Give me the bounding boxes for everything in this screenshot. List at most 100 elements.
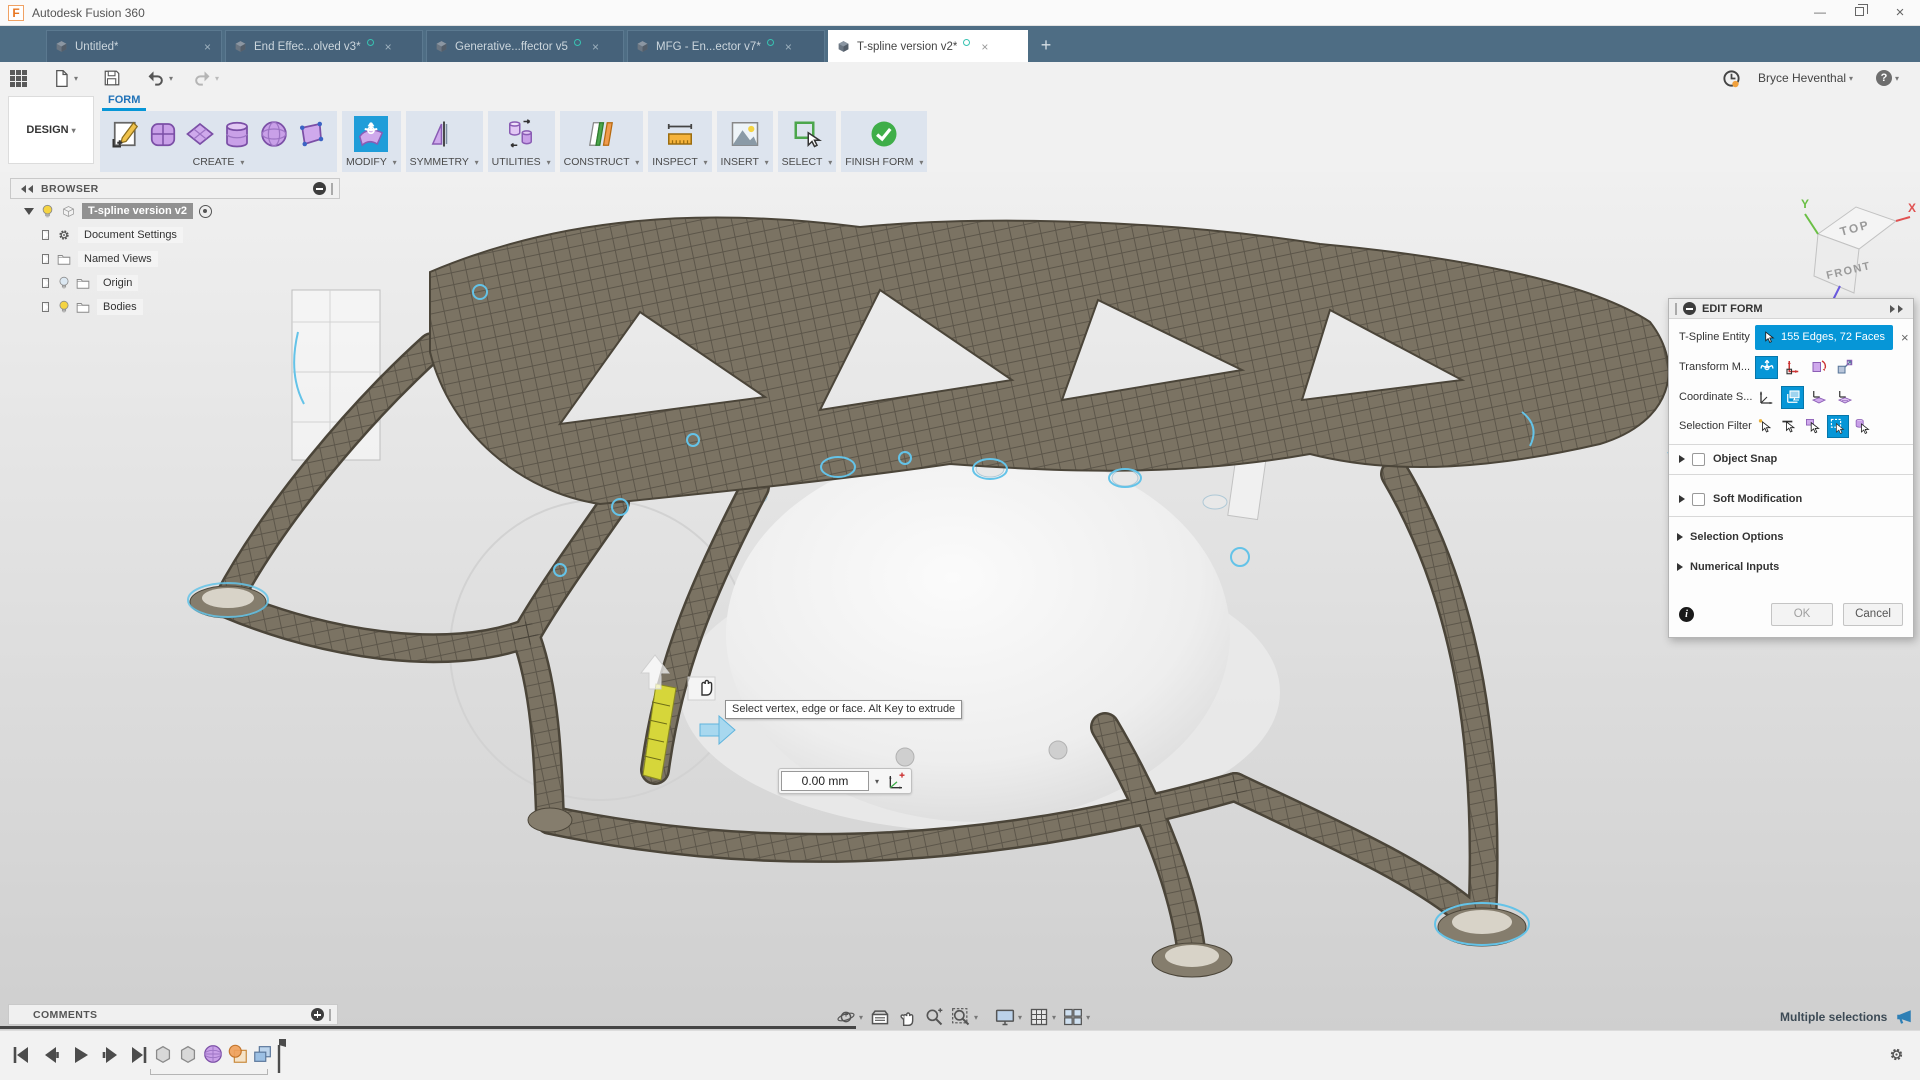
box-primitive-button[interactable] bbox=[146, 116, 180, 152]
new-tab-button[interactable]: + bbox=[1034, 34, 1058, 58]
save-button[interactable] bbox=[103, 66, 121, 90]
select-tool-button[interactable] bbox=[790, 116, 824, 152]
filter-box-select-button[interactable] bbox=[1827, 415, 1849, 438]
transform-scale-button[interactable] bbox=[1833, 356, 1856, 379]
expand-arrow-icon[interactable] bbox=[42, 302, 49, 312]
utilities-menu[interactable]: UTILITIES ▾ bbox=[488, 154, 555, 172]
filter-body-button[interactable] bbox=[1852, 415, 1873, 438]
timeline-position-marker[interactable] bbox=[272, 1039, 286, 1073]
face-primitive-button[interactable] bbox=[294, 116, 328, 152]
add-comment-icon[interactable] bbox=[311, 1008, 324, 1021]
transform-rotate-button[interactable] bbox=[1807, 356, 1830, 379]
pan-button[interactable] bbox=[897, 1007, 917, 1027]
panel-grip[interactable] bbox=[331, 183, 333, 195]
expand-arrow-icon[interactable] bbox=[24, 208, 34, 220]
mirror-symmetry-button[interactable] bbox=[427, 116, 461, 152]
minimize-button[interactable]: — bbox=[1800, 0, 1840, 25]
activate-component-icon[interactable] bbox=[199, 205, 212, 218]
construct-menu[interactable]: CONSTRUCT ▾ bbox=[560, 154, 644, 172]
object-snap-checkbox[interactable] bbox=[1692, 453, 1705, 466]
comments-header[interactable]: COMMENTS bbox=[8, 1004, 338, 1025]
close-button[interactable]: × bbox=[1880, 0, 1920, 25]
timeline-step-back-button[interactable] bbox=[42, 1045, 60, 1065]
numerical-inputs-row[interactable]: Numerical Inputs bbox=[1669, 555, 1913, 579]
entity-selection-chip[interactable]: 155 Edges, 72 Faces bbox=[1755, 325, 1893, 350]
user-account-button[interactable]: Bryce Heventhal▾ bbox=[1758, 66, 1853, 90]
extrude-distance-input[interactable]: 0.00 mm bbox=[781, 771, 869, 791]
expand-arrow-icon[interactable] bbox=[42, 278, 49, 288]
info-icon[interactable]: i bbox=[1679, 607, 1694, 622]
doc-tab-end-effector[interactable]: End Effec...olved v3* × bbox=[225, 30, 423, 62]
finish-form-button[interactable] bbox=[867, 116, 901, 152]
select-menu[interactable]: SELECT ▾ bbox=[778, 154, 837, 172]
soft-modification-checkbox[interactable] bbox=[1692, 493, 1705, 506]
timeline-feature-body1[interactable] bbox=[152, 1043, 174, 1065]
create-form-button[interactable] bbox=[109, 116, 143, 152]
doc-tab-mfg[interactable]: MFG - En...ector v7* × bbox=[627, 30, 825, 62]
browser-row-named-views[interactable]: Named Views bbox=[10, 247, 340, 271]
edit-form-button[interactable] bbox=[354, 116, 388, 152]
inspect-menu[interactable]: INSPECT ▾ bbox=[648, 154, 711, 172]
app-grid-button[interactable] bbox=[10, 66, 27, 90]
timeline-play-button[interactable] bbox=[72, 1045, 90, 1065]
viewports-button[interactable]: ▾ bbox=[1063, 1007, 1090, 1027]
timeline-feature-form[interactable] bbox=[202, 1043, 224, 1065]
coordinate-local-button[interactable] bbox=[1807, 386, 1830, 409]
file-menu-button[interactable]: ▾ bbox=[52, 66, 78, 90]
tab-close-icon[interactable]: × bbox=[590, 40, 601, 54]
workspace-selector[interactable]: DESIGN▾ bbox=[8, 96, 94, 164]
axis-gizmo-icon[interactable] bbox=[885, 771, 909, 791]
finish-form-menu[interactable]: FINISH FORM ▾ bbox=[841, 154, 927, 172]
restore-button[interactable] bbox=[1840, 0, 1880, 25]
panel-minimize-icon[interactable] bbox=[313, 182, 326, 195]
dialog-grip[interactable] bbox=[1675, 303, 1677, 315]
transform-axis-button[interactable] bbox=[1781, 356, 1804, 379]
viewport-3d[interactable]: BROWSER T-spline version v2 Document Set… bbox=[0, 172, 1920, 1030]
orbit-button[interactable]: ▾ bbox=[836, 1007, 863, 1027]
ribbon-tab-form[interactable]: FORM bbox=[102, 94, 146, 111]
doc-tab-generative[interactable]: Generative...ffector v5 × bbox=[426, 30, 624, 62]
tab-close-icon[interactable]: × bbox=[202, 40, 213, 54]
visibility-bulb-icon[interactable] bbox=[57, 276, 71, 290]
transform-translate-button[interactable] bbox=[1755, 356, 1778, 379]
insert-canvas-button[interactable] bbox=[728, 116, 762, 152]
clear-selection-icon[interactable]: × bbox=[1901, 330, 1909, 345]
coordinate-view-button[interactable] bbox=[1781, 386, 1804, 409]
tab-close-icon[interactable]: × bbox=[979, 40, 990, 54]
filter-face-button[interactable] bbox=[1803, 415, 1824, 438]
timeline-skip-end-button[interactable] bbox=[130, 1045, 148, 1065]
undo-button[interactable]: ▾ bbox=[146, 66, 173, 90]
selection-options-row[interactable]: Selection Options bbox=[1669, 525, 1913, 549]
expand-section-icon[interactable] bbox=[1679, 455, 1685, 463]
help-button[interactable]: ?▾ bbox=[1876, 66, 1899, 90]
panel-grip[interactable] bbox=[329, 1009, 331, 1021]
fit-button[interactable]: ▾ bbox=[951, 1007, 978, 1027]
modify-menu[interactable]: MODIFY ▾ bbox=[342, 154, 401, 172]
zoom-button[interactable] bbox=[924, 1007, 944, 1027]
edit-form-header[interactable]: EDIT FORM bbox=[1669, 299, 1913, 319]
job-status-button[interactable] bbox=[1722, 66, 1741, 90]
filter-edge-button[interactable] bbox=[1779, 415, 1800, 438]
symmetry-menu[interactable]: SYMMETRY ▾ bbox=[406, 154, 483, 172]
timeline-feature-sketch[interactable] bbox=[227, 1043, 249, 1065]
doc-tab-untitled[interactable]: Untitled* × bbox=[46, 30, 222, 62]
expand-arrow-icon[interactable] bbox=[42, 230, 49, 240]
measure-button[interactable] bbox=[663, 116, 697, 152]
cancel-button[interactable]: Cancel bbox=[1843, 603, 1903, 626]
create-menu[interactable]: CREATE ▾ bbox=[100, 154, 337, 172]
filter-vertex-button[interactable] bbox=[1755, 415, 1776, 438]
visibility-bulb-icon[interactable] bbox=[40, 204, 55, 219]
expand-section-icon[interactable] bbox=[1679, 495, 1685, 503]
timeline-step-forward-button[interactable] bbox=[102, 1045, 120, 1065]
expand-section-icon[interactable] bbox=[1677, 533, 1683, 541]
tab-close-icon[interactable]: × bbox=[383, 40, 394, 54]
view-cube[interactable]: TOP FRONT Y X Z bbox=[1800, 194, 1918, 310]
timeline-settings-gear-icon[interactable] bbox=[1888, 1046, 1905, 1063]
browser-row-origin[interactable]: Origin bbox=[10, 271, 340, 295]
construct-plane-button[interactable] bbox=[584, 116, 618, 152]
browser-row-document-settings[interactable]: Document Settings bbox=[10, 223, 340, 247]
browser-header[interactable]: BROWSER bbox=[10, 178, 340, 199]
dimension-dropdown-caret[interactable]: ▾ bbox=[869, 777, 885, 786]
expand-arrow-icon[interactable] bbox=[42, 254, 49, 264]
tab-close-icon[interactable]: × bbox=[783, 40, 794, 54]
